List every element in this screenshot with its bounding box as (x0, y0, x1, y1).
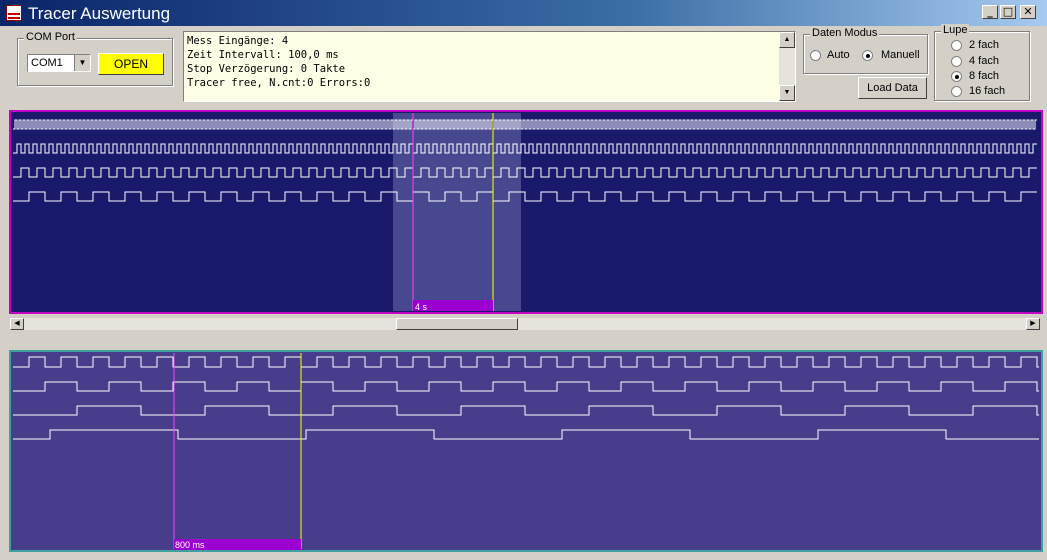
overview-marker-label: 4 s (415, 302, 428, 312)
app-icon[interactable] (6, 5, 22, 21)
close-button[interactable]: ✕ (1020, 5, 1036, 19)
radio-lupe-2-label: 2 fach (969, 39, 999, 51)
com-port-selected-value: COM1 (31, 57, 63, 69)
chevron-down-icon[interactable]: ▼ (74, 55, 90, 71)
overview-scrollbar[interactable]: ◀ ▶ (10, 318, 1040, 330)
radio-lupe-16[interactable] (951, 86, 962, 97)
message-line: Mess Eingänge: 4 (187, 35, 289, 47)
radio-auto-label: Auto (827, 49, 850, 61)
message-box[interactable]: Mess Eingänge: 4 Zeit Intervall: 100,0 m… (183, 31, 796, 102)
radio-lupe-4[interactable] (951, 56, 962, 67)
message-line: Stop Verzögerung: 0 Takte (187, 63, 346, 75)
scroll-up-icon[interactable]: ▲ (779, 32, 795, 48)
radio-manuell-label: Manuell (881, 49, 920, 61)
radio-lupe-2[interactable] (951, 40, 962, 51)
load-data-button[interactable]: Load Data (858, 77, 927, 99)
overview-trace-panel[interactable]: 4 s (9, 110, 1043, 314)
com-port-group-label: COM Port (24, 31, 77, 43)
scroll-left-icon[interactable]: ◀ (10, 318, 24, 330)
radio-lupe-8[interactable] (951, 71, 962, 82)
zoom-trace-background (9, 350, 1043, 552)
lupe-group-label: Lupe (941, 24, 970, 36)
overview-signal-trace-1 (13, 119, 1037, 130)
zoom-trace-panel[interactable]: 800 ms (9, 350, 1043, 552)
radio-lupe-4-label: 4 fach (969, 55, 999, 67)
scrollbar-thumb[interactable] (396, 318, 518, 330)
zoom-marker-label: 800 ms (175, 540, 205, 550)
overview-trace-background (9, 110, 1043, 314)
message-line: Zeit Intervall: 100,0 ms (187, 49, 339, 61)
window-title: Tracer Auswertung (28, 4, 171, 23)
title-bar: Tracer Auswertung _ □ ✕ (0, 0, 1047, 26)
message-line: Tracer free, N.cnt:0 Errors:0 (187, 77, 371, 89)
daten-modus-group-label: Daten Modus (810, 27, 880, 39)
com-port-select[interactable]: COM1 ▼ (27, 54, 91, 72)
minimize-button[interactable]: _ (982, 5, 998, 19)
message-scrollbar[interactable]: ▲ ▼ (779, 32, 795, 101)
radio-manuell[interactable] (862, 50, 873, 61)
radio-lupe-8-label: 8 fach (969, 70, 999, 82)
radio-auto[interactable] (810, 50, 821, 61)
open-button[interactable]: OPEN (98, 53, 164, 75)
zoom-window-highlight (393, 113, 521, 311)
maximize-button[interactable]: □ (1000, 5, 1016, 19)
scroll-right-icon[interactable]: ▶ (1026, 318, 1040, 330)
scroll-down-icon[interactable]: ▼ (779, 85, 795, 101)
radio-lupe-16-label: 16 fach (969, 85, 1006, 97)
